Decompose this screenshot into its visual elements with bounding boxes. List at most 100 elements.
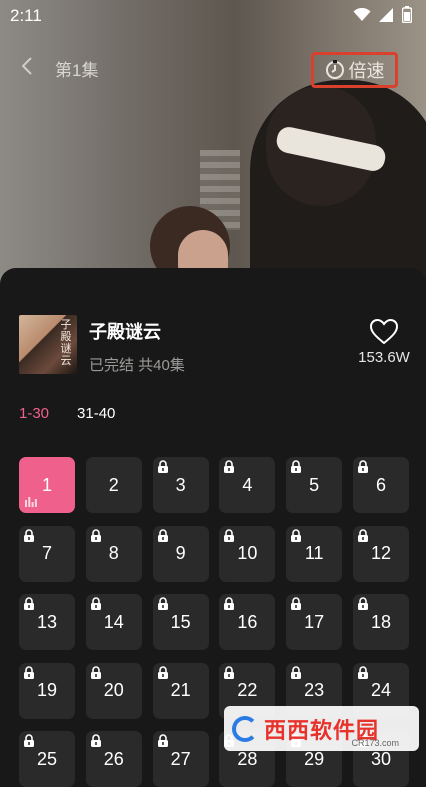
episode-number: 22 — [237, 680, 258, 700]
episode-number: 18 — [370, 611, 391, 632]
signal-icon — [379, 7, 393, 22]
video-player[interactable] — [0, 0, 426, 300]
lock-icon — [291, 597, 302, 610]
lock-icon — [157, 734, 168, 747]
episode-number: 9 — [175, 543, 186, 563]
episode-cell[interactable]: 5 — [286, 457, 343, 513]
status-time: 2:11 — [10, 6, 42, 25]
episode-cell[interactable]: 13 — [19, 594, 75, 650]
lock-icon — [24, 734, 34, 747]
lock-icon — [157, 665, 168, 679]
lock-icon — [357, 460, 368, 473]
drama-poster[interactable]: 子殿谜云 — [19, 315, 77, 374]
episode-cell[interactable]: 25 — [19, 731, 75, 787]
equalizer-icon — [25, 497, 37, 507]
episode-cell[interactable]: 17 — [286, 594, 343, 650]
episode-number: 21 — [170, 680, 191, 700]
episode-number: 2 — [108, 474, 119, 495]
episode-number: 13 — [36, 611, 58, 632]
episode-cell[interactable]: 9 — [152, 525, 209, 582]
episode-number: 28 — [237, 748, 258, 769]
lock-icon — [357, 665, 368, 679]
lock-icon — [90, 665, 101, 679]
episode-sheet: 子殿谜云 子殿谜云 已完结 共40集 153.6W 1-30 31-40 123… — [0, 268, 426, 787]
timer-icon — [325, 60, 344, 79]
episode-cell[interactable]: 12 — [352, 525, 409, 582]
episode-number: 24 — [370, 680, 391, 700]
lock-icon — [224, 528, 235, 542]
episode-number: 15 — [170, 611, 191, 632]
heart-outline-icon — [369, 318, 399, 345]
episode-cell[interactable]: 21 — [152, 662, 209, 719]
episode-number: 10 — [237, 543, 258, 563]
watermark: 西西软件园 CR173.com — [224, 706, 419, 751]
episode-cell[interactable]: 20 — [85, 662, 142, 719]
episode-number: 7 — [41, 543, 52, 563]
episode-number: 11 — [304, 543, 324, 563]
lock-icon — [291, 460, 302, 473]
chevron-left-icon[interactable] — [16, 54, 40, 78]
status-icons — [353, 6, 412, 23]
episode-cell[interactable]: 10 — [219, 525, 276, 582]
lock-icon — [157, 597, 168, 610]
episode-number: 26 — [103, 748, 124, 769]
speed-button[interactable]: 倍速 — [311, 52, 398, 88]
watermark-site: CR173.com — [351, 738, 399, 748]
poster-title-text: 子殿谜云 — [60, 318, 72, 367]
episode-number: 8 — [108, 543, 119, 563]
episode-cell[interactable]: 3 — [152, 457, 209, 513]
watermark-logo-icon — [232, 715, 258, 742]
lock-icon — [357, 597, 368, 610]
episode-cell[interactable]: 4 — [219, 457, 276, 513]
lock-icon — [357, 528, 368, 542]
lock-icon — [90, 597, 101, 610]
lock-icon — [24, 665, 34, 679]
favorite-count: 153.6W — [358, 349, 410, 366]
tab-range-1-30[interactable]: 1-30 — [19, 405, 49, 422]
episode-number: 19 — [36, 680, 58, 700]
drama-meta: 已完结 共40集 — [89, 357, 185, 374]
player-nav: 第1集 倍速 — [0, 48, 426, 88]
episode-cell[interactable]: 6 — [352, 457, 409, 513]
episode-number: 23 — [304, 680, 325, 700]
wifi-icon — [353, 7, 371, 21]
episode-number: 1 — [41, 474, 52, 495]
episode-number: 17 — [304, 611, 325, 632]
episode-number: 12 — [370, 543, 391, 563]
speed-label: 倍速 — [348, 61, 385, 81]
episode-cell[interactable]: 14 — [85, 594, 142, 650]
lock-icon — [90, 528, 101, 542]
episode-cell[interactable]: 1 — [19, 457, 75, 513]
episode-cell[interactable]: 8 — [85, 525, 142, 582]
episode-cell[interactable]: 18 — [352, 594, 409, 650]
episode-cell[interactable]: 15 — [152, 594, 209, 650]
episode-cell[interactable]: 7 — [19, 525, 75, 582]
episode-cell[interactable]: 11 — [286, 525, 343, 582]
tab-range-31-40[interactable]: 31-40 — [77, 405, 115, 422]
lock-icon — [24, 528, 34, 542]
episode-number: 29 — [304, 748, 325, 769]
episode-cell[interactable]: 19 — [19, 662, 75, 719]
episode-number: 20 — [103, 680, 124, 700]
episode-number: 25 — [36, 748, 58, 769]
episode-range-tabs: 1-30 31-40 — [19, 405, 115, 422]
lock-icon — [24, 597, 34, 610]
lock-icon — [157, 528, 168, 542]
battery-icon — [402, 6, 412, 23]
episode-number: 30 — [370, 748, 391, 769]
episode-number: 14 — [103, 611, 124, 632]
episode-number: 4 — [242, 474, 253, 495]
episode-number: 3 — [175, 474, 186, 495]
episode-cell[interactable]: 26 — [85, 731, 142, 787]
episode-number: 6 — [375, 474, 386, 495]
episode-title: 第1集 — [55, 61, 99, 80]
episode-number: 27 — [170, 748, 191, 769]
episode-cell[interactable]: 16 — [219, 594, 276, 650]
status-bar: 2:11 — [0, 0, 426, 30]
episode-number: 5 — [309, 474, 320, 495]
favorite-button[interactable]: 153.6W — [354, 318, 414, 366]
episode-cell[interactable]: 27 — [152, 731, 209, 787]
lock-icon — [157, 460, 168, 473]
episode-cell[interactable]: 2 — [85, 457, 142, 513]
lock-icon — [291, 528, 302, 542]
